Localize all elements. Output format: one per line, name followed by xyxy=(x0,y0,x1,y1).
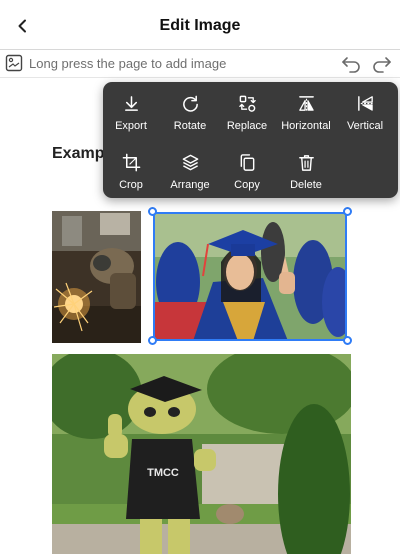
page-title: Edit Image xyxy=(159,17,241,34)
flip-vertical-icon xyxy=(357,96,373,111)
graduate-photo[interactable] xyxy=(153,212,347,341)
crop-label: Crop xyxy=(119,179,143,191)
header-bar: Edit Image xyxy=(0,0,400,50)
resize-handle-top-right[interactable] xyxy=(343,207,352,216)
undo-icon[interactable] xyxy=(340,54,362,74)
delete-icon xyxy=(298,155,314,171)
arrange-icon xyxy=(182,154,198,171)
crop-icon xyxy=(122,153,140,172)
export-icon xyxy=(124,96,138,111)
image-context-toolbar: Export Rotate Replace Horizontal Vertica… xyxy=(103,82,398,198)
mascot-photo[interactable]: TMCC xyxy=(52,354,351,554)
resize-handle-top-left[interactable] xyxy=(148,207,157,216)
delete-label: Delete xyxy=(290,179,322,191)
flip-horizontal-icon xyxy=(298,96,314,112)
mascot-shirt-text: TMCC xyxy=(147,467,179,479)
hint-bar: Long press the page to add image xyxy=(0,50,400,78)
flip-vertical-button[interactable]: Vertical xyxy=(333,86,397,134)
copy-icon xyxy=(240,154,254,171)
hint-text: Long press the page to add image xyxy=(29,56,227,71)
delete-button[interactable]: Delete xyxy=(274,145,338,193)
rotate-icon xyxy=(182,95,198,112)
flip-horizontal-button[interactable]: Horizontal xyxy=(274,86,338,134)
replace-label: Replace xyxy=(226,120,268,132)
export-button[interactable]: Export xyxy=(99,86,163,134)
flip-horizontal-label: Horizontal xyxy=(281,120,331,132)
add-image-hint-icon xyxy=(5,54,23,72)
arrange-label: Arrange xyxy=(170,179,210,191)
resize-handle-bottom-right[interactable] xyxy=(343,336,352,345)
copy-button[interactable]: Copy xyxy=(215,145,279,193)
replace-icon xyxy=(238,95,256,112)
copy-label: Copy xyxy=(234,179,260,191)
crop-button[interactable]: Crop xyxy=(99,145,163,193)
arrange-button[interactable]: Arrange xyxy=(158,145,222,193)
replace-button[interactable]: Replace xyxy=(215,86,279,134)
welder-photo[interactable] xyxy=(52,211,141,343)
rotate-label: Rotate xyxy=(173,120,207,132)
resize-handle-bottom-left[interactable] xyxy=(148,336,157,345)
export-label: Export xyxy=(115,120,147,132)
flip-vertical-label: Vertical xyxy=(346,120,384,132)
rotate-button[interactable]: Rotate xyxy=(158,86,222,134)
redo-icon[interactable] xyxy=(371,54,393,74)
